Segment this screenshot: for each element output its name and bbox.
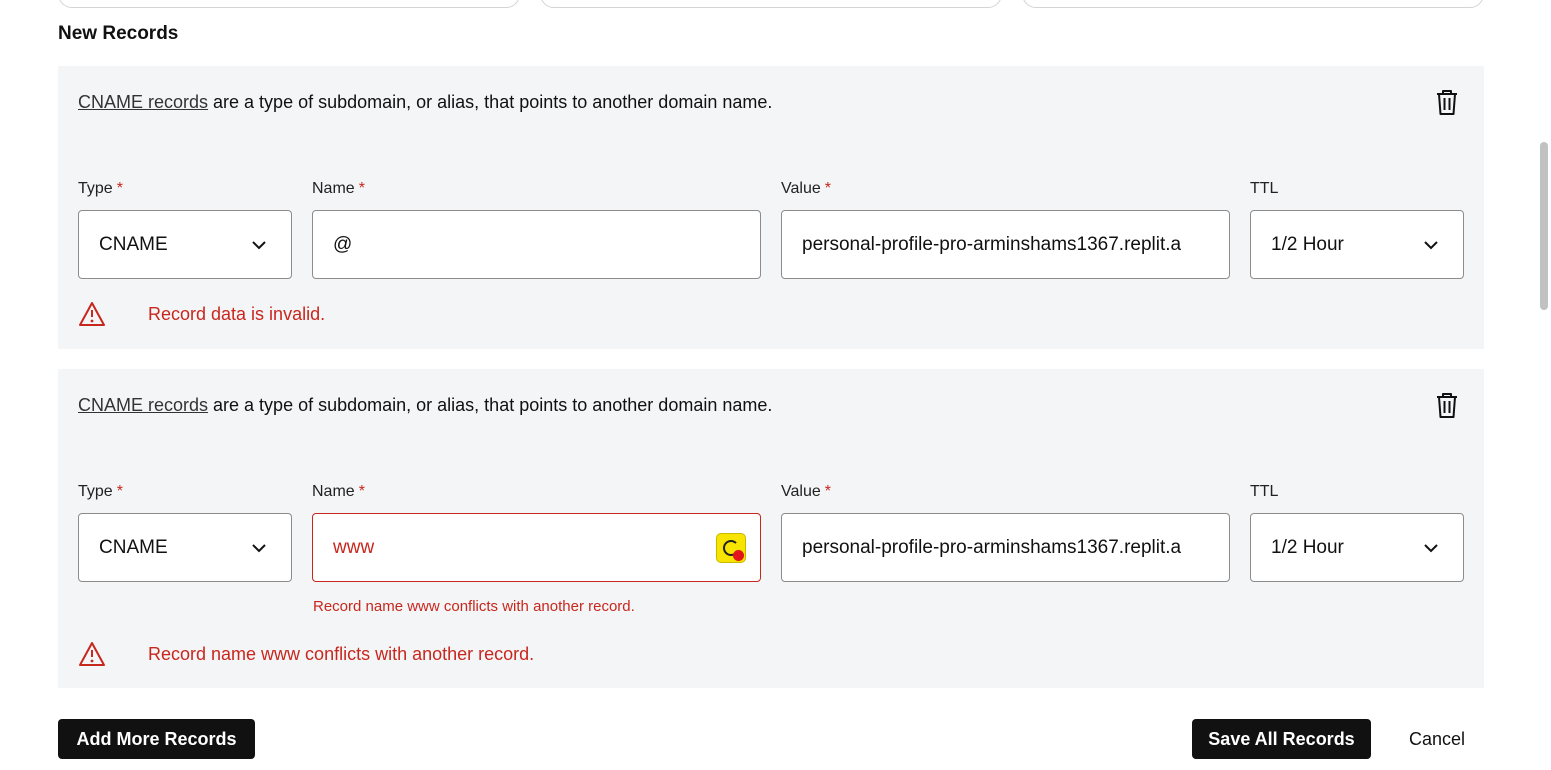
- name-input-value: @: [333, 233, 353, 255]
- type-select-value: CNAME: [99, 233, 168, 255]
- password-manager-icon[interactable]: [716, 533, 746, 563]
- name-input[interactable]: www: [312, 513, 761, 582]
- section-title: New Records: [58, 23, 179, 44]
- chevron-down-icon: [1424, 544, 1438, 553]
- previous-field-remnant: [540, 0, 1002, 8]
- record-alert: Record data is invalid.: [78, 301, 325, 327]
- chevron-down-icon: [252, 544, 266, 553]
- warning-triangle-icon: [79, 642, 105, 666]
- warning-triangle-icon: [79, 302, 105, 326]
- record-card: CNAME records are a type of subdomain, o…: [58, 66, 1484, 349]
- password-manager-dot: [733, 550, 744, 561]
- record-description-text: are a type of subdomain, or alias, that …: [208, 395, 773, 415]
- ttl-label: TTL: [1250, 180, 1279, 197]
- cname-records-link[interactable]: CNAME records: [78, 395, 208, 415]
- ttl-select-value: 1/2 Hour: [1271, 536, 1344, 558]
- previous-field-remnant: [1022, 0, 1484, 8]
- record-description: CNAME records are a type of subdomain, o…: [78, 395, 772, 416]
- scrollbar-thumb[interactable]: [1540, 142, 1548, 310]
- value-input-value: personal-profile-pro-arminshams1367.repl…: [802, 536, 1182, 558]
- cname-records-link[interactable]: CNAME records: [78, 92, 208, 112]
- ttl-select[interactable]: 1/2 Hour: [1250, 210, 1464, 279]
- value-input[interactable]: personal-profile-pro-arminshams1367.repl…: [781, 513, 1230, 582]
- value-input[interactable]: personal-profile-pro-arminshams1367.repl…: [781, 210, 1230, 279]
- trash-icon[interactable]: [1434, 391, 1460, 419]
- cancel-button[interactable]: Cancel: [1395, 719, 1479, 759]
- type-label: Type *: [78, 180, 123, 197]
- value-label: Value *: [781, 483, 831, 500]
- ttl-select-value: 1/2 Hour: [1271, 233, 1344, 255]
- trash-icon[interactable]: [1434, 88, 1460, 116]
- chevron-down-icon: [1424, 241, 1438, 250]
- type-label: Type *: [78, 483, 123, 500]
- scrollbar-track[interactable]: [1537, 0, 1551, 770]
- ttl-label: TTL: [1250, 483, 1279, 500]
- name-label: Name *: [312, 483, 365, 500]
- name-field-error: Record name www conflicts with another r…: [313, 598, 635, 615]
- alert-message: Record name www conflicts with another r…: [148, 643, 535, 664]
- save-all-records-button[interactable]: Save All Records: [1192, 719, 1371, 759]
- record-alert: Record name www conflicts with another r…: [78, 641, 534, 667]
- record-description-text: are a type of subdomain, or alias, that …: [208, 92, 773, 112]
- record-card: CNAME records are a type of subdomain, o…: [58, 369, 1484, 688]
- chevron-down-icon: [252, 241, 266, 250]
- type-select[interactable]: CNAME: [78, 210, 292, 279]
- type-select[interactable]: CNAME: [78, 513, 292, 582]
- name-label: Name *: [312, 180, 365, 197]
- name-input[interactable]: @: [312, 210, 761, 279]
- type-select-value: CNAME: [99, 536, 168, 558]
- value-label: Value *: [781, 180, 831, 197]
- value-input-value: personal-profile-pro-arminshams1367.repl…: [802, 233, 1182, 255]
- add-more-records-button[interactable]: Add More Records: [58, 719, 255, 759]
- record-description: CNAME records are a type of subdomain, o…: [78, 92, 772, 113]
- ttl-select[interactable]: 1/2 Hour: [1250, 513, 1464, 582]
- previous-field-remnant: [58, 0, 520, 8]
- alert-message: Record data is invalid.: [148, 303, 326, 324]
- name-input-value: www: [333, 536, 375, 558]
